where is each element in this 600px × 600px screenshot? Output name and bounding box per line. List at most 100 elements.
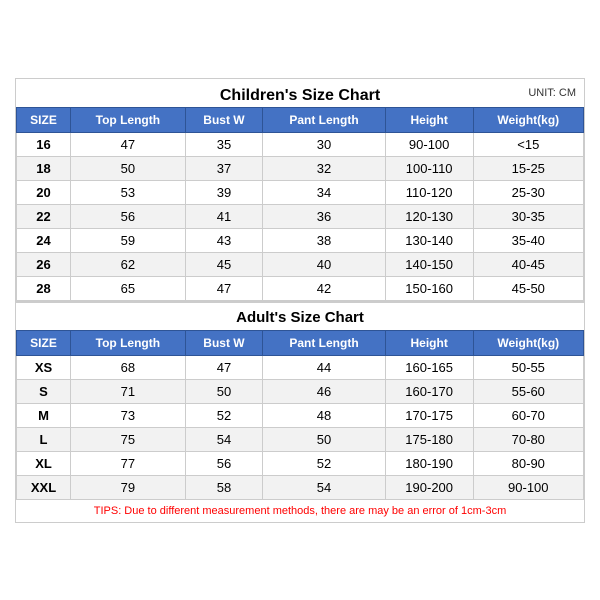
data-cell: 15-25 <box>473 156 583 180</box>
data-cell: 45 <box>185 252 263 276</box>
size-cell: 24 <box>17 228 71 252</box>
data-cell: 71 <box>71 379 186 403</box>
data-cell: 160-170 <box>385 379 473 403</box>
table-row: S715046160-17055-60 <box>17 379 584 403</box>
table-row: 24594338130-14035-40 <box>17 228 584 252</box>
size-cell: 18 <box>17 156 71 180</box>
size-cell: 16 <box>17 132 71 156</box>
data-cell: 41 <box>185 204 263 228</box>
data-cell: 45-50 <box>473 276 583 300</box>
data-cell: 56 <box>185 451 263 475</box>
data-cell: 50 <box>263 427 386 451</box>
adult-col-header-top-length: Top Length <box>71 330 186 355</box>
data-cell: 65 <box>71 276 186 300</box>
data-cell: 140-150 <box>385 252 473 276</box>
unit-label: UNIT: CM <box>528 87 576 99</box>
data-cell: 47 <box>185 276 263 300</box>
data-cell: 50 <box>71 156 186 180</box>
data-cell: 77 <box>71 451 186 475</box>
data-cell: 55-60 <box>473 379 583 403</box>
data-cell: 42 <box>263 276 386 300</box>
data-cell: 90-100 <box>473 475 583 499</box>
data-cell: 52 <box>263 451 386 475</box>
children-header-row: SIZE Top Length Bust W Pant Length Heigh… <box>17 107 584 132</box>
data-cell: 160-165 <box>385 355 473 379</box>
table-row: 18503732100-11015-25 <box>17 156 584 180</box>
data-cell: 90-100 <box>385 132 473 156</box>
col-header-height: Height <box>385 107 473 132</box>
data-cell: 180-190 <box>385 451 473 475</box>
data-cell: 44 <box>263 355 386 379</box>
data-cell: 40-45 <box>473 252 583 276</box>
size-cell: L <box>17 427 71 451</box>
data-cell: 175-180 <box>385 427 473 451</box>
data-cell: 37 <box>185 156 263 180</box>
table-row: 26624540140-15040-45 <box>17 252 584 276</box>
children-title-text: Children's Size Chart <box>220 87 380 104</box>
adult-col-header-pant-length: Pant Length <box>263 330 386 355</box>
data-cell: 100-110 <box>385 156 473 180</box>
table-row: XL775652180-19080-90 <box>17 451 584 475</box>
data-cell: 32 <box>263 156 386 180</box>
size-cell: M <box>17 403 71 427</box>
table-row: M735248170-17560-70 <box>17 403 584 427</box>
data-cell: 30-35 <box>473 204 583 228</box>
size-cell: XL <box>17 451 71 475</box>
size-cell: S <box>17 379 71 403</box>
col-header-top-length: Top Length <box>71 107 186 132</box>
table-row: 28654742150-16045-50 <box>17 276 584 300</box>
data-cell: 75 <box>71 427 186 451</box>
data-cell: 70-80 <box>473 427 583 451</box>
table-row: 20533934110-12025-30 <box>17 180 584 204</box>
data-cell: 59 <box>71 228 186 252</box>
table-row: 1647353090-100<15 <box>17 132 584 156</box>
data-cell: 48 <box>263 403 386 427</box>
adults-header-row: SIZE Top Length Bust W Pant Length Heigh… <box>17 330 584 355</box>
tips-text: TIPS: Due to different measurement metho… <box>16 500 584 522</box>
data-cell: 56 <box>71 204 186 228</box>
adults-size-table: SIZE Top Length Bust W Pant Length Heigh… <box>16 330 584 500</box>
data-cell: 43 <box>185 228 263 252</box>
adult-col-header-bust-w: Bust W <box>185 330 263 355</box>
data-cell: 79 <box>71 475 186 499</box>
data-cell: 35-40 <box>473 228 583 252</box>
data-cell: 25-30 <box>473 180 583 204</box>
data-cell: 38 <box>263 228 386 252</box>
table-row: XS684744160-16550-55 <box>17 355 584 379</box>
data-cell: 36 <box>263 204 386 228</box>
data-cell: 60-70 <box>473 403 583 427</box>
data-cell: 68 <box>71 355 186 379</box>
data-cell: 80-90 <box>473 451 583 475</box>
data-cell: 40 <box>263 252 386 276</box>
data-cell: 35 <box>185 132 263 156</box>
col-header-bust-w: Bust W <box>185 107 263 132</box>
table-row: 22564136120-13030-35 <box>17 204 584 228</box>
data-cell: 58 <box>185 475 263 499</box>
data-cell: 50 <box>185 379 263 403</box>
size-cell: 28 <box>17 276 71 300</box>
data-cell: 47 <box>185 355 263 379</box>
data-cell: 120-130 <box>385 204 473 228</box>
data-cell: 53 <box>71 180 186 204</box>
data-cell: 73 <box>71 403 186 427</box>
children-section-title: Children's Size Chart UNIT: CM <box>16 79 584 107</box>
table-row: XXL795854190-20090-100 <box>17 475 584 499</box>
size-cell: XXL <box>17 475 71 499</box>
children-size-table: SIZE Top Length Bust W Pant Length Heigh… <box>16 107 584 301</box>
data-cell: 130-140 <box>385 228 473 252</box>
data-cell: 110-120 <box>385 180 473 204</box>
data-cell: <15 <box>473 132 583 156</box>
data-cell: 170-175 <box>385 403 473 427</box>
data-cell: 47 <box>71 132 186 156</box>
table-row: L755450175-18070-80 <box>17 427 584 451</box>
data-cell: 62 <box>71 252 186 276</box>
adult-col-header-height: Height <box>385 330 473 355</box>
size-cell: 22 <box>17 204 71 228</box>
data-cell: 30 <box>263 132 386 156</box>
adult-col-header-size: SIZE <box>17 330 71 355</box>
size-chart-container: Children's Size Chart UNIT: CM SIZE Top … <box>15 78 585 523</box>
col-header-weight: Weight(kg) <box>473 107 583 132</box>
data-cell: 52 <box>185 403 263 427</box>
data-cell: 54 <box>263 475 386 499</box>
data-cell: 34 <box>263 180 386 204</box>
